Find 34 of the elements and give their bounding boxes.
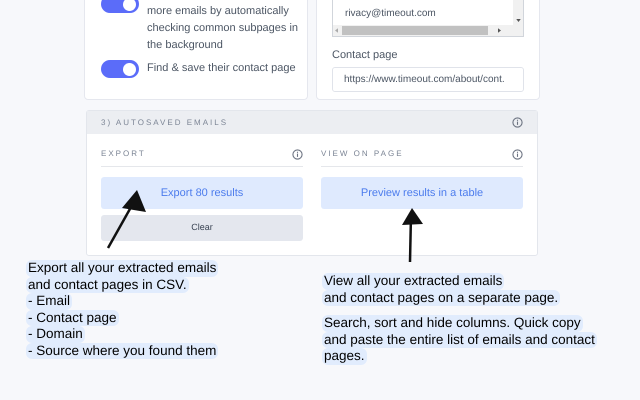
info-icon[interactable]: [512, 148, 523, 160]
toggle-switch[interactable]: [101, 0, 139, 13]
option-label: more emails by automatically: [147, 4, 290, 19]
field-label: Contact page: [332, 48, 398, 63]
info-icon[interactable]: [292, 148, 303, 160]
annotation-text: - Email: [26, 293, 72, 310]
email-text: rivacy@timeout.com: [345, 7, 437, 21]
panel-title: 3) AUTOSAVED EMAILS: [101, 116, 228, 128]
column-heading: EXPORT: [101, 148, 146, 160]
scrollbar-thumb[interactable]: [342, 26, 488, 35]
info-icon[interactable]: [512, 117, 523, 128]
hand-drawn-arrow: [402, 208, 423, 262]
scroll-right-icon[interactable]: [498, 28, 501, 33]
scroll-down-icon[interactable]: [516, 19, 520, 22]
horizontal-scrollbar[interactable]: [333, 25, 523, 36]
option-label: the background: [147, 38, 224, 53]
column-heading: VIEW ON PAGE: [321, 148, 404, 160]
emails-textarea[interactable]: rivacy@timeout.com: [332, 0, 524, 37]
annotation-text: pages.: [322, 348, 367, 364]
clear-button[interactable]: Clear: [101, 215, 303, 241]
annotation-text: View all your extracted emails: [322, 273, 504, 290]
annotation-text: and contact pages in CSV.: [26, 276, 189, 293]
annotation-text: and contact pages on a separate page.: [322, 290, 560, 306]
annotation-text: - Contact page: [26, 310, 119, 326]
option-label: checking common subpages in: [147, 21, 298, 36]
contact-page-field[interactable]: https://www.timeout.com/about/cont.: [332, 66, 524, 92]
hand-drawn-arrow: [106, 190, 146, 249]
toggle-switch[interactable]: [101, 60, 139, 78]
annotation-text: and paste the entire list of emails and contact: [322, 332, 597, 348]
annotation-text: - Source where you found them: [26, 342, 218, 359]
annotation-text: Search, sort and hide columns. Quick copy: [322, 315, 583, 332]
annotation-text: - Domain: [26, 326, 85, 342]
annotation-text: Export all your extracted emails: [26, 260, 218, 276]
option-label: Find & save their contact page: [147, 61, 296, 76]
